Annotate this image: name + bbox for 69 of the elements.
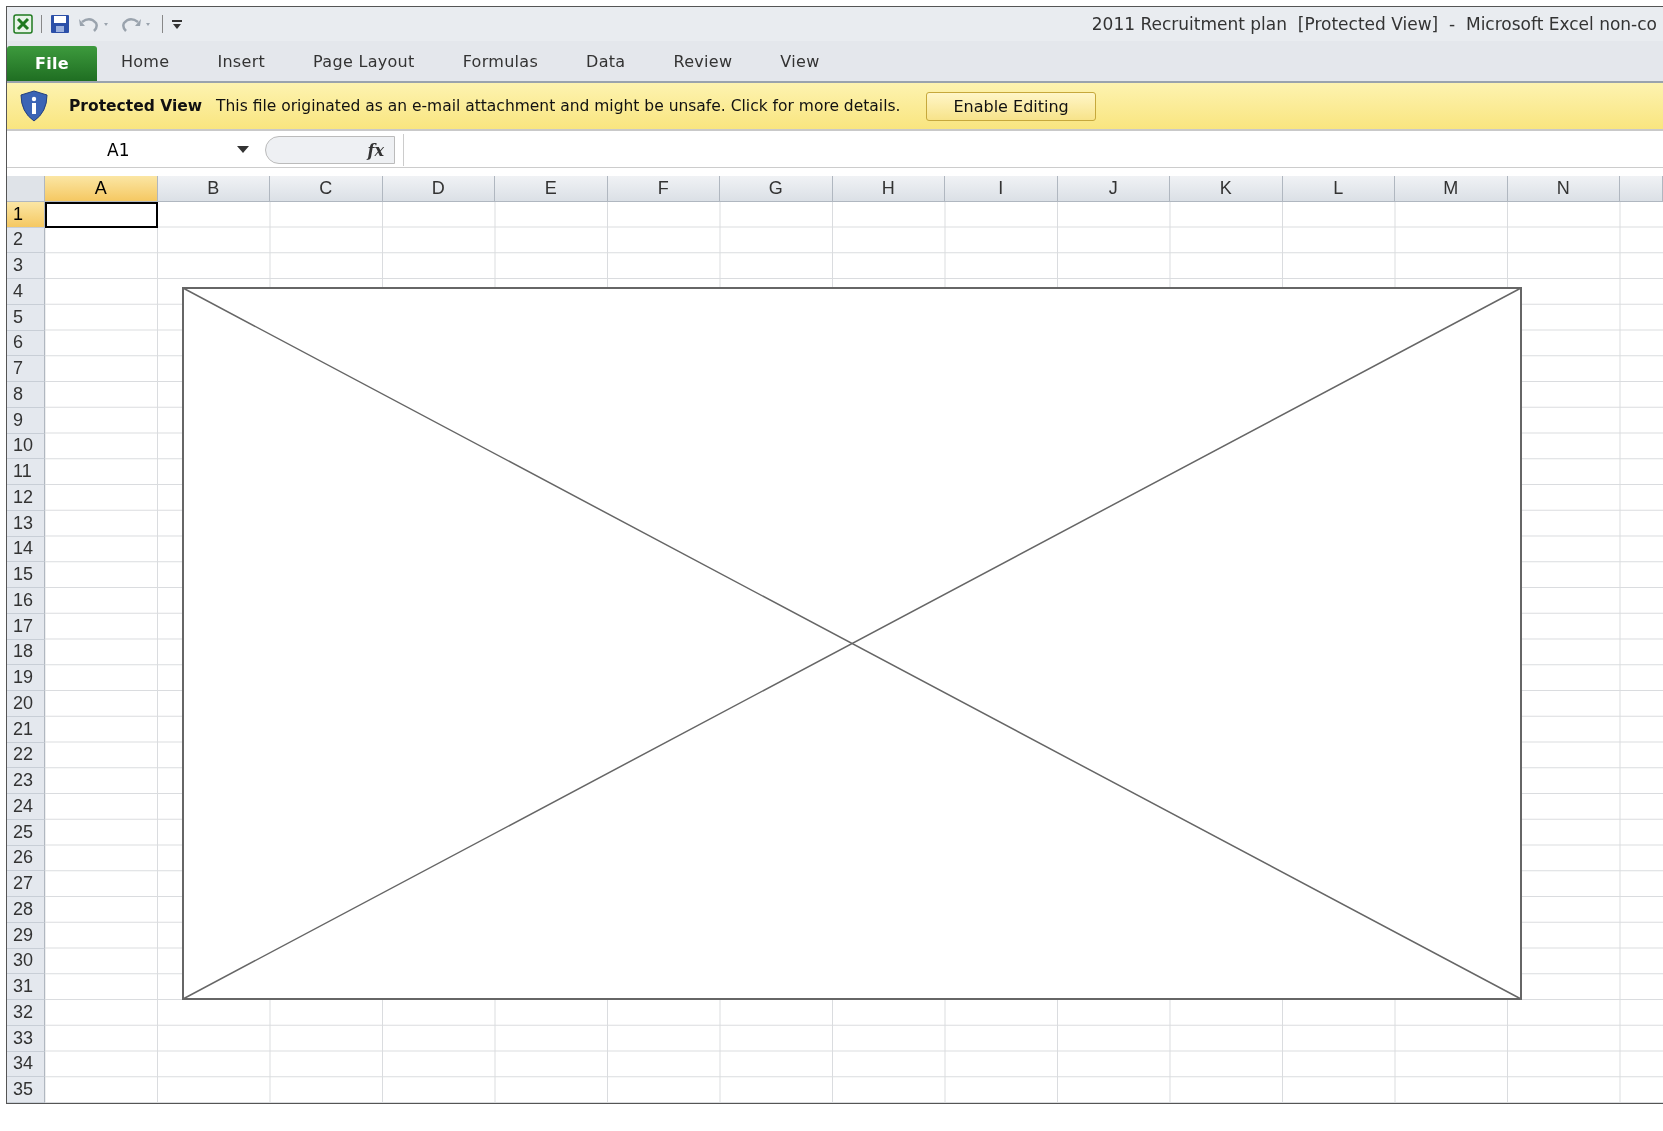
name-box[interactable]: A1 xyxy=(7,136,257,164)
row-header[interactable]: 22 xyxy=(7,742,45,769)
row-header[interactable]: 12 xyxy=(7,485,45,511)
window-title: 2011 Recruitment plan [Protected View] - Microsoft Excel non-co xyxy=(1091,14,1657,34)
ribbon-tab[interactable]: View xyxy=(756,52,844,81)
row-header[interactable]: 3 xyxy=(7,253,45,279)
spreadsheet-app-icon[interactable] xyxy=(13,14,33,34)
row-header[interactable]: 29 xyxy=(7,922,45,949)
ribbon-tab[interactable]: Page Layout xyxy=(289,52,439,81)
row-header[interactable]: 18 xyxy=(7,639,45,666)
column-header[interactable]: G xyxy=(720,176,833,202)
column-header[interactable]: N xyxy=(1507,176,1620,202)
row-header[interactable]: 31 xyxy=(7,974,45,1000)
row-header[interactable]: 32 xyxy=(7,1000,45,1026)
row-header[interactable]: 5 xyxy=(7,304,45,331)
customize-toolbar-icon[interactable] xyxy=(171,18,183,30)
column-header[interactable]: H xyxy=(832,176,945,202)
column-header[interactable]: B xyxy=(157,176,270,202)
row-header[interactable]: 25 xyxy=(7,819,45,846)
column-header[interactable]: M xyxy=(1395,176,1508,202)
row-header[interactable]: 30 xyxy=(7,948,45,975)
column-header[interactable]: D xyxy=(382,176,495,202)
row-header[interactable]: 26 xyxy=(7,845,45,872)
row-header[interactable]: 7 xyxy=(7,356,45,382)
row-header[interactable]: 20 xyxy=(7,691,45,717)
file-tab[interactable]: File xyxy=(7,46,97,81)
column-header[interactable]: L xyxy=(1282,176,1395,202)
save-icon[interactable] xyxy=(50,14,70,34)
row-header[interactable]: 11 xyxy=(7,459,45,485)
row-header[interactable]: 28 xyxy=(7,897,45,923)
row-header[interactable]: 23 xyxy=(7,768,45,794)
row-header[interactable]: 6 xyxy=(7,330,45,357)
row-header[interactable]: 10 xyxy=(7,433,45,460)
message-bar-text[interactable]: This file originated as an e-mail attachment and might be unsafe. Click for more details. xyxy=(216,97,901,115)
ribbon-tab[interactable]: Insert xyxy=(193,52,290,81)
row-header[interactable]: 13 xyxy=(7,510,45,537)
ribbon-tab[interactable]: Home xyxy=(96,52,194,81)
column-header[interactable]: J xyxy=(1057,176,1170,202)
column-header[interactable]: I xyxy=(945,176,1058,202)
row-header[interactable]: 35 xyxy=(7,1077,45,1103)
row-header[interactable]: 2 xyxy=(7,227,45,254)
column-header[interactable]: C xyxy=(270,176,383,202)
insert-function-button[interactable]: fx xyxy=(265,136,395,164)
ribbon-tab[interactable]: Data xyxy=(562,52,650,81)
ribbon-tab[interactable]: Review xyxy=(649,52,757,81)
row-header[interactable]: 19 xyxy=(7,665,45,691)
column-header[interactable]: F xyxy=(607,176,720,202)
row-header[interactable]: 33 xyxy=(7,1025,45,1052)
row-header[interactable]: 24 xyxy=(7,794,45,820)
row-header[interactable]: 17 xyxy=(7,613,45,640)
active-cell[interactable] xyxy=(45,201,158,228)
row-header[interactable]: 15 xyxy=(7,562,45,588)
row-header[interactable]: 9 xyxy=(7,407,45,434)
row-header[interactable]: 16 xyxy=(7,588,45,614)
row-header[interactable]: 34 xyxy=(7,1051,45,1078)
row-header[interactable]: 21 xyxy=(7,716,45,743)
dropdown-caret-icon[interactable] xyxy=(237,146,249,154)
row-header[interactable]: 27 xyxy=(7,871,45,897)
row-header[interactable]: 8 xyxy=(7,382,45,408)
column-header[interactable]: A xyxy=(45,176,158,202)
row-header[interactable]: 14 xyxy=(7,536,45,563)
column-header[interactable]: E xyxy=(495,176,608,202)
shield-info-icon xyxy=(19,90,49,122)
message-bar-title: Protected View xyxy=(69,97,203,115)
column-header[interactable]: K xyxy=(1170,176,1283,202)
enable-editing-button[interactable]: Enable Editing xyxy=(926,91,1096,121)
row-header[interactable]: 4 xyxy=(7,279,45,305)
ribbon-tab[interactable]: Formulas xyxy=(438,52,563,81)
row-header[interactable]: 1 xyxy=(7,201,45,228)
